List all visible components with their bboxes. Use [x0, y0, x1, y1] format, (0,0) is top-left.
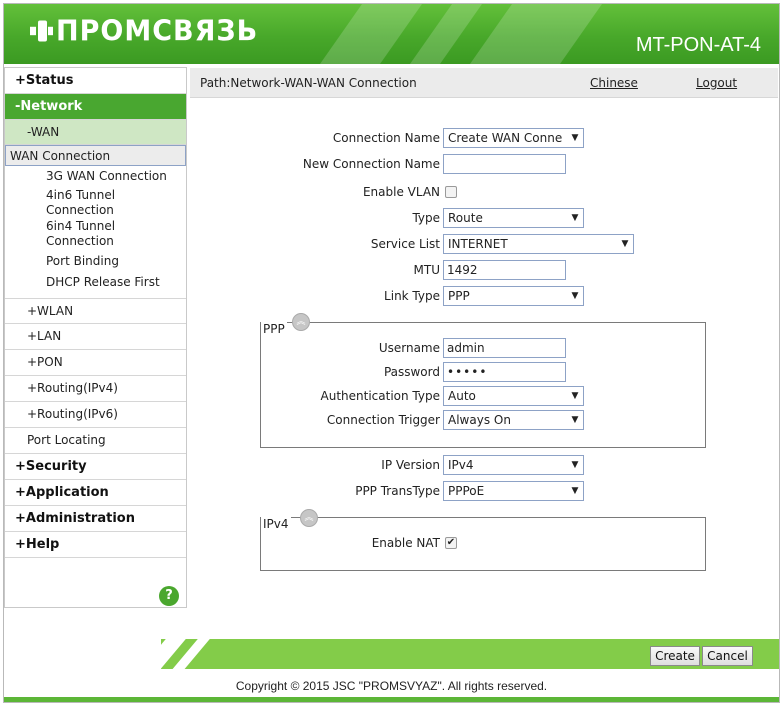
sidebar-item-pon[interactable]: +PON — [5, 350, 186, 376]
help-icon[interactable]: ? — [159, 586, 179, 606]
username-input[interactable]: admin — [443, 338, 566, 358]
sidebar-item-routing-ipv4[interactable]: +Routing(IPv4) — [5, 376, 186, 402]
sidebar-item-administration[interactable]: +Administration — [5, 506, 186, 532]
enable-vlan-checkbox[interactable] — [445, 186, 457, 198]
link-type-value: PPP — [448, 289, 470, 303]
sidebar-item-routing-ipv6[interactable]: +Routing(IPv6) — [5, 402, 186, 428]
sidebar-item-4in6-tunnel[interactable]: 4in6 Tunnel Connection — [5, 187, 186, 218]
router-frame: ПРОМСВЯЗЬ MT-PON-AT-4 +Status -Network -… — [3, 3, 780, 703]
conn-trigger-value: Always On — [448, 413, 511, 427]
connection-name-select[interactable]: Create WAN Conne ▼ — [443, 128, 584, 148]
service-list-row: Service List INTERNET ▼ — [190, 234, 778, 256]
auth-type-value: Auto — [448, 389, 476, 403]
chevron-down-icon: ▼ — [567, 387, 583, 405]
ppp-transtype-select[interactable]: PPPoE ▼ — [443, 481, 584, 501]
auth-type-label: Authentication Type — [320, 389, 440, 403]
sidebar-item-dhcp-release-first[interactable]: DHCP Release First — [5, 272, 186, 298]
connection-name-label: Connection Name — [332, 131, 440, 145]
sidebar-item-port-locating[interactable]: Port Locating — [5, 428, 186, 454]
copyright-text: Copyright © 2015 JSC "PROMSVYAZ". All ri… — [235, 679, 548, 693]
conn-trigger-label: Connection Trigger — [326, 413, 440, 427]
ip-version-value: IPv4 — [448, 458, 474, 472]
auth-type-row: Authentication Type Auto ▼ — [190, 386, 778, 408]
username-label: Username — [378, 341, 440, 355]
cancel-button[interactable]: Cancel — [702, 646, 753, 666]
new-connection-name-label: New Connection Name — [302, 157, 440, 171]
sidebar-item-application[interactable]: +Application — [5, 480, 186, 506]
ip-version-label: IP Version — [381, 458, 440, 472]
enable-nat-label: Enable NAT — [371, 536, 440, 550]
chevron-down-icon: ▼ — [567, 411, 583, 429]
service-list-label: Service List — [370, 237, 440, 251]
collapse-icon[interactable]: ︽ — [300, 509, 318, 527]
chevron-down-icon: ▼ — [617, 235, 633, 253]
conn-trigger-row: Connection Trigger Always On ▼ — [190, 410, 778, 432]
path-bar: Path:Network-WAN-WAN Connection Chinese … — [190, 68, 778, 98]
sidebar-item-wan[interactable]: -WAN — [5, 120, 186, 145]
chevron-down-icon: ▼ — [567, 482, 583, 500]
sidebar-item-6in4-tunnel[interactable]: 6in4 Tunnel Connection — [5, 218, 186, 251]
type-select[interactable]: Route ▼ — [443, 208, 584, 228]
chevron-down-icon: ▼ — [567, 287, 583, 305]
sidebar-item-security[interactable]: +Security — [5, 454, 186, 480]
sidebar-item-3g-wan-connection[interactable]: 3G WAN Connection — [5, 166, 186, 187]
connection-name-value: Create WAN Conne — [448, 131, 563, 145]
password-input[interactable]: ••••• — [443, 362, 566, 382]
sidebar-item-help[interactable]: +Help — [5, 532, 186, 558]
ip-version-row: IP Version IPv4 ▼ — [190, 455, 778, 477]
chinese-link[interactable]: Chinese — [590, 76, 638, 90]
chevron-down-icon: ▼ — [567, 456, 583, 474]
create-button[interactable]: Create — [650, 646, 700, 666]
ipv4-group-title: IPv4 — [261, 517, 291, 531]
enable-vlan-row: Enable VLAN — [190, 182, 778, 204]
service-list-value: INTERNET — [448, 237, 508, 251]
mtu-row: MTU 1492 — [190, 260, 778, 282]
chevron-down-icon: ▼ — [567, 129, 583, 147]
sidebar: +Status -Network -WAN WAN Connection 3G … — [4, 67, 187, 608]
mtu-input[interactable]: 1492 — [443, 260, 566, 280]
model-name: MT-PON-AT-4 — [635, 34, 761, 56]
type-label: Type — [412, 211, 440, 225]
breadcrumb: Path:Network-WAN-WAN Connection — [200, 76, 417, 90]
chevron-down-icon: ▼ — [567, 209, 583, 227]
sidebar-item-port-binding[interactable]: Port Binding — [5, 251, 186, 272]
ppp-transtype-value: PPPoE — [448, 484, 485, 498]
username-row: Username admin — [190, 338, 778, 360]
collapse-icon[interactable]: ︽ — [292, 313, 310, 331]
new-connection-name-input[interactable] — [443, 154, 566, 174]
logo-mark-icon — [30, 19, 53, 41]
enable-nat-row: Enable NAT ✔ — [190, 533, 778, 555]
ppp-transtype-row: PPP TransType PPPoE ▼ — [190, 481, 778, 503]
logout-link[interactable]: Logout — [696, 76, 737, 90]
header-banner: ПРОМСВЯЗЬ MT-PON-AT-4 — [4, 4, 779, 64]
type-value: Route — [448, 211, 483, 225]
link-type-label: Link Type — [384, 289, 440, 303]
password-label: Password — [383, 365, 440, 379]
link-type-row: Link Type PPP ▼ — [190, 286, 778, 308]
enable-vlan-label: Enable VLAN — [362, 185, 440, 199]
brand-logo: ПРОМСВЯЗЬ — [30, 15, 258, 48]
sidebar-item-network[interactable]: -Network — [5, 94, 186, 120]
connection-name-row: Connection Name Create WAN Conne ▼ — [190, 128, 778, 150]
service-list-select[interactable]: INTERNET ▼ — [443, 234, 634, 254]
password-row: Password ••••• — [190, 362, 778, 384]
sidebar-item-wan-connection[interactable]: WAN Connection — [5, 145, 186, 166]
bottom-line — [4, 697, 779, 702]
type-row: Type Route ▼ — [190, 208, 778, 230]
ppp-group-title: PPP — [261, 322, 287, 336]
conn-trigger-select[interactable]: Always On ▼ — [443, 410, 584, 430]
sidebar-item-wlan[interactable]: +WLAN — [5, 298, 186, 324]
sidebar-item-status[interactable]: +Status — [5, 68, 186, 94]
enable-nat-checkbox[interactable]: ✔ — [445, 537, 457, 549]
new-connection-name-row: New Connection Name — [190, 154, 778, 176]
sidebar-item-lan[interactable]: +LAN — [5, 324, 186, 350]
mtu-label: MTU — [413, 263, 440, 277]
logo-text: ПРОМСВЯЗЬ — [56, 15, 259, 48]
ppp-transtype-label: PPP TransType — [355, 484, 440, 498]
link-type-select[interactable]: PPP ▼ — [443, 286, 584, 306]
auth-type-select[interactable]: Auto ▼ — [443, 386, 584, 406]
ip-version-select[interactable]: IPv4 ▼ — [443, 455, 584, 475]
